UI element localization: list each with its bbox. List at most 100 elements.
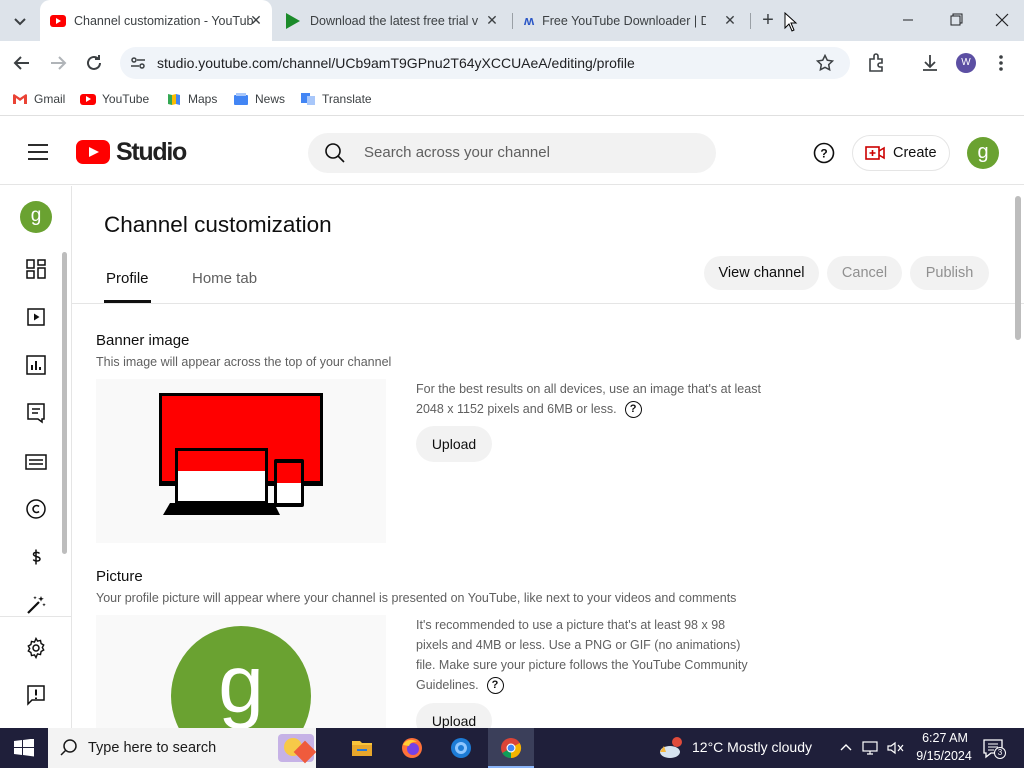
back-button[interactable] bbox=[10, 51, 34, 75]
comments-icon[interactable] bbox=[24, 401, 48, 425]
bookmark-maps[interactable]: Maps bbox=[166, 92, 217, 106]
start-button[interactable] bbox=[14, 739, 34, 757]
bookmark-gmail[interactable]: Gmail bbox=[12, 92, 65, 106]
view-channel-button[interactable]: View channel bbox=[704, 256, 819, 290]
content-icon[interactable] bbox=[24, 305, 48, 329]
subtitles-icon[interactable] bbox=[24, 450, 48, 474]
browser-profile-avatar[interactable]: W bbox=[956, 53, 976, 73]
bookmark-translate[interactable]: Translate bbox=[300, 92, 372, 106]
downloader-favicon-icon: ʍ bbox=[524, 13, 535, 28]
settings-icon[interactable] bbox=[24, 636, 48, 660]
browser-toolbar: studio.youtube.com/channel/UCb9amT9GPnu2… bbox=[0, 41, 1024, 85]
cancel-label: Cancel bbox=[841, 265, 888, 281]
network-icon[interactable] bbox=[861, 740, 879, 756]
analytics-icon[interactable] bbox=[24, 353, 48, 377]
address-bar[interactable]: studio.youtube.com/channel/UCb9amT9GPnu2… bbox=[120, 47, 850, 79]
bookmark-label: Translate bbox=[322, 92, 372, 106]
banner-section-title: Banner image bbox=[96, 332, 190, 349]
tab-title: Channel customization - YouTube Studio bbox=[74, 13, 254, 28]
account-avatar[interactable]: g bbox=[967, 137, 999, 169]
feedback-icon[interactable] bbox=[24, 683, 48, 707]
weather-text[interactable]: 12°C Mostly cloudy bbox=[692, 739, 812, 755]
help-button[interactable]: ? bbox=[813, 142, 835, 164]
page-scrollbar[interactable] bbox=[1015, 196, 1021, 340]
tab-home[interactable]: Home tab bbox=[192, 270, 257, 287]
browser-tab-studio[interactable]: Channel customization - YouTube Studio ✕ bbox=[40, 0, 272, 41]
create-button[interactable]: Create bbox=[852, 135, 950, 171]
gmail-icon bbox=[13, 94, 27, 104]
tab-search-button[interactable] bbox=[8, 9, 32, 33]
bookmark-label: YouTube bbox=[102, 92, 150, 106]
tab-profile[interactable]: Profile bbox=[106, 270, 149, 287]
profile-picture-avatar: g bbox=[171, 626, 311, 728]
studio-header: Studio Search across your channel ? Crea… bbox=[0, 120, 1024, 185]
new-tab-button[interactable]: + bbox=[758, 10, 778, 30]
volume-muted-icon[interactable] bbox=[886, 740, 906, 756]
picture-preview: g bbox=[96, 615, 386, 728]
channel-customization-page: Channel customization Profile Home tab V… bbox=[72, 186, 1024, 728]
copyright-icon[interactable] bbox=[24, 497, 48, 521]
view-channel-label: View channel bbox=[718, 265, 805, 281]
cancel-button[interactable]: Cancel bbox=[827, 256, 902, 290]
browser-menu-icon[interactable] bbox=[996, 53, 1006, 73]
studio-logo-text: Studio bbox=[116, 137, 187, 166]
picture-info: It's recommended to use a picture that's… bbox=[416, 615, 756, 695]
file-explorer-icon[interactable] bbox=[350, 736, 374, 760]
close-tab-icon[interactable]: ✕ bbox=[484, 12, 500, 28]
downloads-icon[interactable] bbox=[919, 52, 941, 74]
bookmarks-bar: Gmail YouTube Maps News Translate bbox=[0, 85, 1024, 116]
hamburger-menu-button[interactable] bbox=[27, 142, 49, 162]
studio-left-rail: g bbox=[0, 186, 72, 728]
chrome-taskbar-button[interactable] bbox=[488, 728, 534, 768]
search-icon bbox=[60, 739, 77, 756]
notifications-button[interactable]: 3 bbox=[982, 738, 1006, 760]
bookmark-youtube[interactable]: YouTube bbox=[80, 92, 149, 106]
chevron-up-icon[interactable] bbox=[839, 740, 853, 754]
minimize-button[interactable] bbox=[896, 12, 920, 28]
studio-search-bar[interactable]: Search across your channel bbox=[308, 133, 716, 173]
help-icon[interactable]: ? bbox=[486, 677, 504, 695]
channel-avatar[interactable]: g bbox=[20, 201, 52, 233]
weather-icon bbox=[658, 736, 686, 760]
arrow-right-icon bbox=[51, 56, 67, 70]
create-label: Create bbox=[893, 145, 937, 161]
picture-upload-button[interactable]: Upload bbox=[416, 703, 492, 728]
clock-time[interactable]: 6:27 AM bbox=[917, 731, 973, 745]
devices-illustration-icon bbox=[159, 393, 323, 515]
chrome-icon bbox=[501, 738, 522, 759]
firefox-icon[interactable] bbox=[400, 736, 424, 760]
search-highlight-icon bbox=[278, 734, 317, 764]
youtube-icon bbox=[80, 93, 96, 105]
restore-button[interactable] bbox=[944, 12, 968, 28]
close-tab-icon[interactable]: ✕ bbox=[722, 12, 738, 28]
customization-wand-icon[interactable] bbox=[24, 593, 48, 617]
banner-upload-button[interactable]: Upload bbox=[416, 426, 492, 462]
reload-button[interactable] bbox=[82, 51, 106, 75]
settings-app-icon[interactable] bbox=[449, 736, 473, 760]
studio-logo[interactable]: Studio bbox=[76, 137, 187, 167]
taskbar-search[interactable]: Type here to search bbox=[48, 728, 317, 768]
close-window-button[interactable] bbox=[990, 12, 1014, 28]
upload-label: Upload bbox=[431, 713, 477, 728]
publish-button[interactable]: Publish bbox=[910, 256, 989, 290]
forward-button[interactable] bbox=[46, 51, 70, 75]
picture-section-title: Picture bbox=[96, 568, 143, 585]
mouse-cursor-icon bbox=[784, 12, 798, 32]
banner-preview bbox=[96, 379, 386, 543]
earn-icon[interactable] bbox=[24, 545, 48, 569]
site-settings-icon[interactable] bbox=[130, 55, 146, 71]
clock-date[interactable]: 9/15/2024 bbox=[911, 749, 977, 763]
browser-tab-download[interactable]: Download the latest free trial version ✕ bbox=[276, 0, 508, 41]
bookmark-news[interactable]: News bbox=[233, 92, 285, 106]
bookmark-star-icon[interactable] bbox=[816, 54, 834, 72]
extensions-icon[interactable] bbox=[866, 52, 888, 74]
browser-tab-downloader[interactable]: ʍ Free YouTube Downloader | Download ✕ bbox=[514, 0, 746, 41]
rail-scrollbar[interactable] bbox=[62, 252, 67, 554]
search-placeholder: Search across your channel bbox=[364, 144, 550, 161]
dashboard-icon[interactable] bbox=[24, 257, 48, 281]
tab-label: Home tab bbox=[192, 270, 258, 287]
help-icon[interactable]: ? bbox=[624, 401, 642, 419]
banner-info-text: For the best results on all devices, use… bbox=[416, 382, 761, 416]
close-tab-icon[interactable]: ✕ bbox=[248, 12, 264, 28]
play-favicon-icon bbox=[286, 12, 300, 29]
